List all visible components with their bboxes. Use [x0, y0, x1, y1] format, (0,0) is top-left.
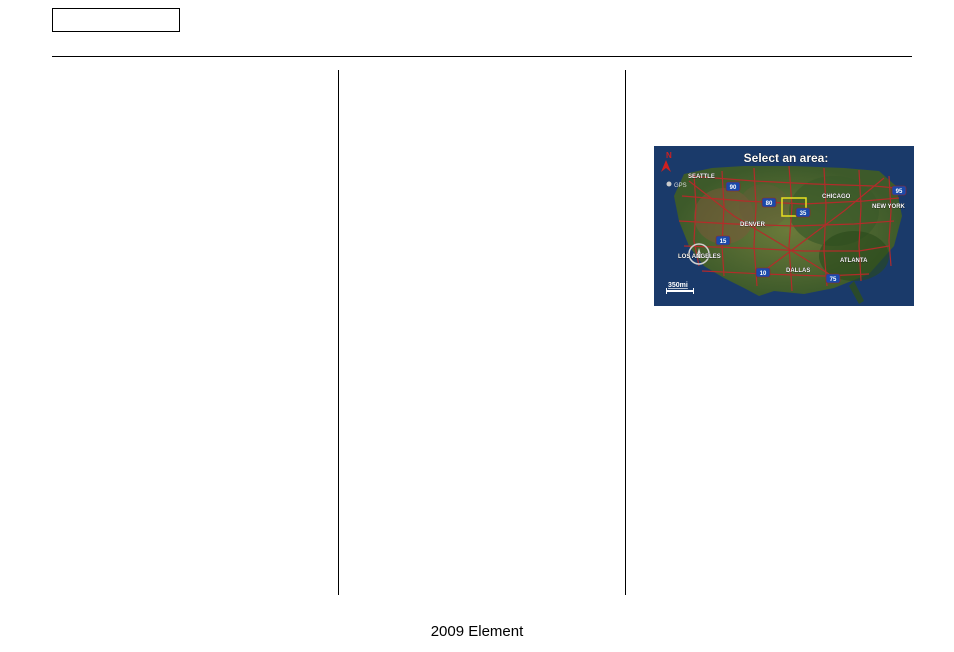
column-3: N GPS Select an area: SEATTLE DENVER CHI… [626, 70, 912, 600]
map-hwy-95: 95 [896, 189, 903, 195]
content-columns: N GPS Select an area: SEATTLE DENVER CHI… [52, 70, 912, 600]
map-city-denver: DENVER [740, 222, 766, 228]
map-selector[interactable]: N GPS Select an area: SEATTLE DENVER CHI… [654, 146, 914, 306]
map-hwy-15: 15 [720, 239, 727, 245]
map-city-chicago: CHICAGO [822, 194, 851, 200]
header-divider [52, 56, 912, 57]
map-hwy-90: 90 [730, 185, 737, 191]
map-city-seattle: SEATTLE [688, 174, 715, 180]
map-scale-label: 350mi [668, 282, 688, 289]
header-input-box [52, 8, 180, 32]
map-hwy-35: 35 [800, 211, 807, 217]
map-city-newyork: NEW YORK [872, 204, 906, 210]
map-city-atlanta: ATLANTA [840, 258, 868, 264]
column-1 [52, 70, 338, 600]
map-hwy-80: 80 [766, 201, 773, 207]
map-city-la: LOS ANGELES [678, 254, 721, 260]
map-image: N GPS Select an area: SEATTLE DENVER CHI… [654, 146, 914, 306]
column-2 [339, 70, 625, 600]
map-hwy-10: 10 [760, 271, 767, 277]
footer-text: 2009 Element [0, 623, 954, 640]
map-city-dallas: DALLAS [786, 268, 810, 274]
map-title: Select an area: [744, 151, 829, 165]
map-gps-label: GPS [674, 183, 687, 189]
map-compass-label: N [666, 151, 672, 160]
map-hwy-75: 75 [830, 277, 837, 283]
